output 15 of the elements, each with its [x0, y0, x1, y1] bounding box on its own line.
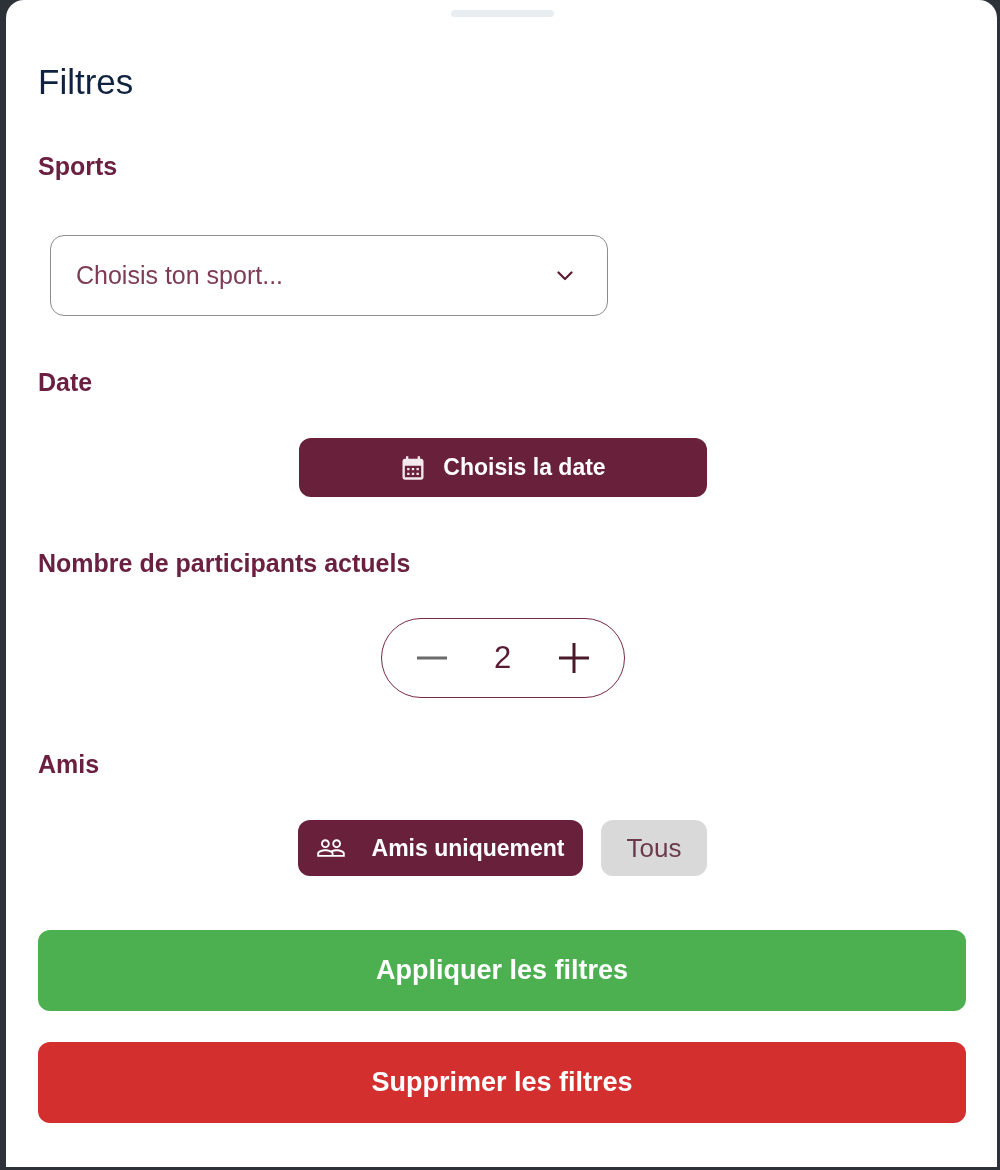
minus-icon: [416, 656, 447, 660]
clear-filters-button[interactable]: Supprimer les filtres: [38, 1042, 966, 1123]
section-label: Date: [38, 368, 93, 396]
increment-button[interactable]: [556, 641, 591, 675]
friends-filter-option[interactable]: Tous: [600, 820, 708, 876]
section-label: Nombre de participants actuels: [38, 549, 411, 577]
participant-count: 2: [493, 638, 512, 677]
date-picker-button[interactable]: Choisis la date: [298, 438, 707, 497]
section-label: Amis: [38, 750, 100, 778]
sheet-title: Filtres: [38, 62, 134, 102]
chevron-down-icon: [557, 270, 573, 281]
sport-select[interactable]: Choisis ton sport...: [50, 235, 608, 316]
plus-icon: [558, 643, 589, 673]
friends-filter-option[interactable]: Amis uniquement: [297, 820, 583, 876]
section-label: Sports: [38, 152, 118, 180]
